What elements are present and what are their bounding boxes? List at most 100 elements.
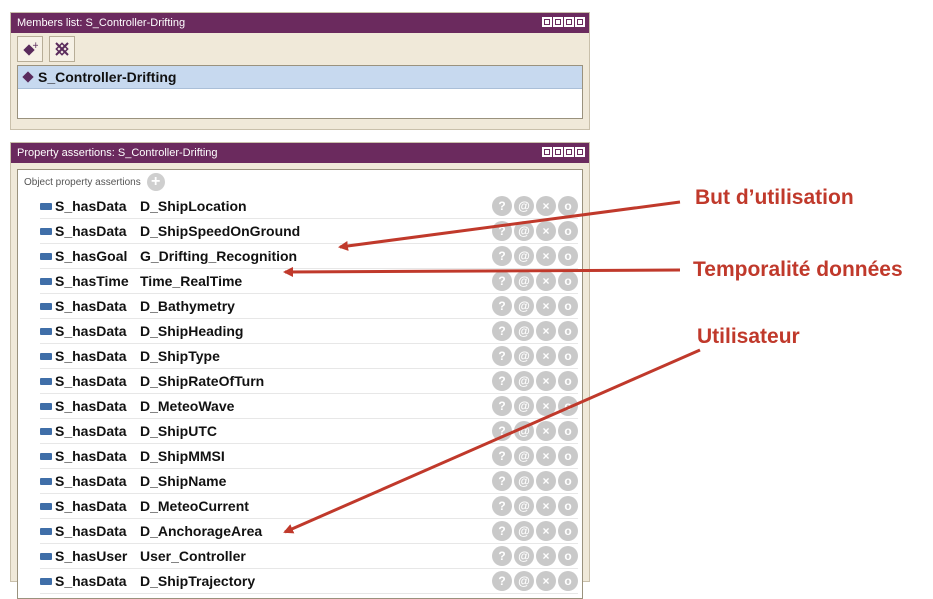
edit-icon[interactable]: o (558, 346, 578, 366)
remove-icon[interactable]: × (536, 321, 556, 341)
remove-icon[interactable]: × (536, 546, 556, 566)
minimize-icon[interactable] (553, 147, 563, 157)
edit-icon[interactable]: o (558, 421, 578, 441)
assertion-row[interactable]: S_hasData D_AnchorageArea? @ × o (40, 519, 578, 544)
maximize-icon[interactable] (564, 147, 574, 157)
assertion-row[interactable]: S_hasData D_Bathymetry? @ × o (40, 294, 578, 319)
detach-icon[interactable] (542, 17, 552, 27)
edit-icon[interactable]: o (558, 571, 578, 591)
annotate-icon[interactable]: @ (514, 546, 534, 566)
edit-icon[interactable]: o (558, 371, 578, 391)
annotate-icon[interactable]: @ (514, 296, 534, 316)
assertion-row[interactable]: S_hasData D_MeteoCurrent? @ × o (40, 494, 578, 519)
remove-icon[interactable]: × (536, 221, 556, 241)
annotate-icon[interactable]: @ (514, 246, 534, 266)
detach-icon[interactable] (542, 147, 552, 157)
maximize-icon[interactable] (564, 17, 574, 27)
explain-icon[interactable]: ? (492, 421, 512, 441)
edit-icon[interactable]: o (558, 396, 578, 416)
annotate-icon[interactable]: @ (514, 521, 534, 541)
remove-icon[interactable]: × (536, 371, 556, 391)
annotate-icon[interactable]: @ (514, 396, 534, 416)
remove-icon[interactable]: × (536, 271, 556, 291)
member-item-s-controller-drifting[interactable]: S_Controller-Drifting (18, 66, 582, 89)
object-property-icon (40, 302, 52, 310)
annotate-icon[interactable]: @ (514, 346, 534, 366)
remove-icon[interactable]: × (536, 396, 556, 416)
assertion-row[interactable]: S_hasData D_ShipUTC? @ × o (40, 419, 578, 444)
assertion-row[interactable]: S_hasData D_ShipTrajectory? @ × o (40, 569, 578, 594)
explain-icon[interactable]: ? (492, 571, 512, 591)
property-name: S_hasData (55, 198, 127, 214)
assertion-row[interactable]: S_hasGoal G_Drifting_Recognition? @ × o (40, 244, 578, 269)
explain-icon[interactable]: ? (492, 496, 512, 516)
annotate-icon[interactable]: @ (514, 271, 534, 291)
explain-icon[interactable]: ? (492, 246, 512, 266)
explain-icon[interactable]: ? (492, 196, 512, 216)
explain-icon[interactable]: ? (492, 271, 512, 291)
assertion-row[interactable]: S_hasData D_ShipHeading? @ × o (40, 319, 578, 344)
property-value: D_ShipName (140, 473, 227, 489)
assertion-row[interactable]: S_hasData D_ShipRateOfTurn? @ × o (40, 369, 578, 394)
assertion-row[interactable]: S_hasUser User_Controller? @ × o (40, 544, 578, 569)
remove-icon[interactable]: × (536, 571, 556, 591)
explain-icon[interactable]: ? (492, 346, 512, 366)
remove-icon[interactable]: × (536, 471, 556, 491)
annotate-icon[interactable]: @ (514, 321, 534, 341)
assertion-row[interactable]: S_hasData D_MeteoWave? @ × o (40, 394, 578, 419)
remove-icon[interactable]: × (536, 296, 556, 316)
explain-icon[interactable]: ? (492, 546, 512, 566)
members-panel-title: Members list: S_Controller-Drifting (17, 17, 186, 29)
edit-icon[interactable]: o (558, 546, 578, 566)
explain-icon[interactable]: ? (492, 371, 512, 391)
remove-icon[interactable]: × (536, 446, 556, 466)
remove-icon[interactable]: × (536, 346, 556, 366)
explain-icon[interactable]: ? (492, 296, 512, 316)
annotate-icon[interactable]: @ (514, 446, 534, 466)
edit-icon[interactable]: o (558, 196, 578, 216)
minimize-icon[interactable] (553, 17, 563, 27)
remove-icon[interactable]: × (536, 246, 556, 266)
add-assertion-icon[interactable]: + (146, 173, 165, 191)
explain-icon[interactable]: ? (492, 321, 512, 341)
edit-icon[interactable]: o (558, 521, 578, 541)
assertion-row[interactable]: S_hasTime Time_RealTime? @ × o (40, 269, 578, 294)
assertion-row[interactable]: S_hasData D_ShipName? @ × o (40, 469, 578, 494)
row-actions: ? @ × o (492, 396, 578, 416)
annotate-icon[interactable]: @ (514, 196, 534, 216)
explain-icon[interactable]: ? (492, 521, 512, 541)
explain-icon[interactable]: ? (492, 396, 512, 416)
edit-icon[interactable]: o (558, 496, 578, 516)
close-icon[interactable] (575, 17, 585, 27)
property-name: S_hasTime (55, 273, 129, 289)
annotate-icon[interactable]: @ (514, 496, 534, 516)
close-icon[interactable] (575, 147, 585, 157)
annotate-icon[interactable]: @ (514, 421, 534, 441)
edit-icon[interactable]: o (558, 321, 578, 341)
explain-icon[interactable]: ? (492, 446, 512, 466)
explain-icon[interactable]: ? (492, 471, 512, 491)
annotate-icon[interactable]: @ (514, 471, 534, 491)
annotate-icon[interactable]: @ (514, 221, 534, 241)
edit-icon[interactable]: o (558, 246, 578, 266)
explain-icon[interactable]: ? (492, 221, 512, 241)
edit-icon[interactable]: o (558, 271, 578, 291)
assertion-row[interactable]: S_hasData D_ShipSpeedOnGround? @ × o (40, 219, 578, 244)
assertion-row[interactable]: S_hasData D_ShipType? @ × o (40, 344, 578, 369)
property-value: D_ShipTrajectory (140, 573, 256, 589)
delete-individual-button[interactable] (49, 36, 75, 62)
edit-icon[interactable]: o (558, 296, 578, 316)
assertion-row[interactable]: S_hasData D_ShipMMSI? @ × o (40, 444, 578, 469)
edit-icon[interactable]: o (558, 221, 578, 241)
annotate-icon[interactable]: @ (514, 371, 534, 391)
edit-icon[interactable]: o (558, 471, 578, 491)
annotate-icon[interactable]: @ (514, 571, 534, 591)
edit-icon[interactable]: o (558, 446, 578, 466)
add-individual-button[interactable]: + (17, 36, 43, 62)
remove-icon[interactable]: × (536, 496, 556, 516)
assertion-row[interactable]: S_hasData D_ShipLocation? @ × o (40, 194, 578, 219)
remove-icon[interactable]: × (536, 421, 556, 441)
remove-icon[interactable]: × (536, 196, 556, 216)
property-value: D_AnchorageArea (140, 523, 263, 539)
remove-icon[interactable]: × (536, 521, 556, 541)
